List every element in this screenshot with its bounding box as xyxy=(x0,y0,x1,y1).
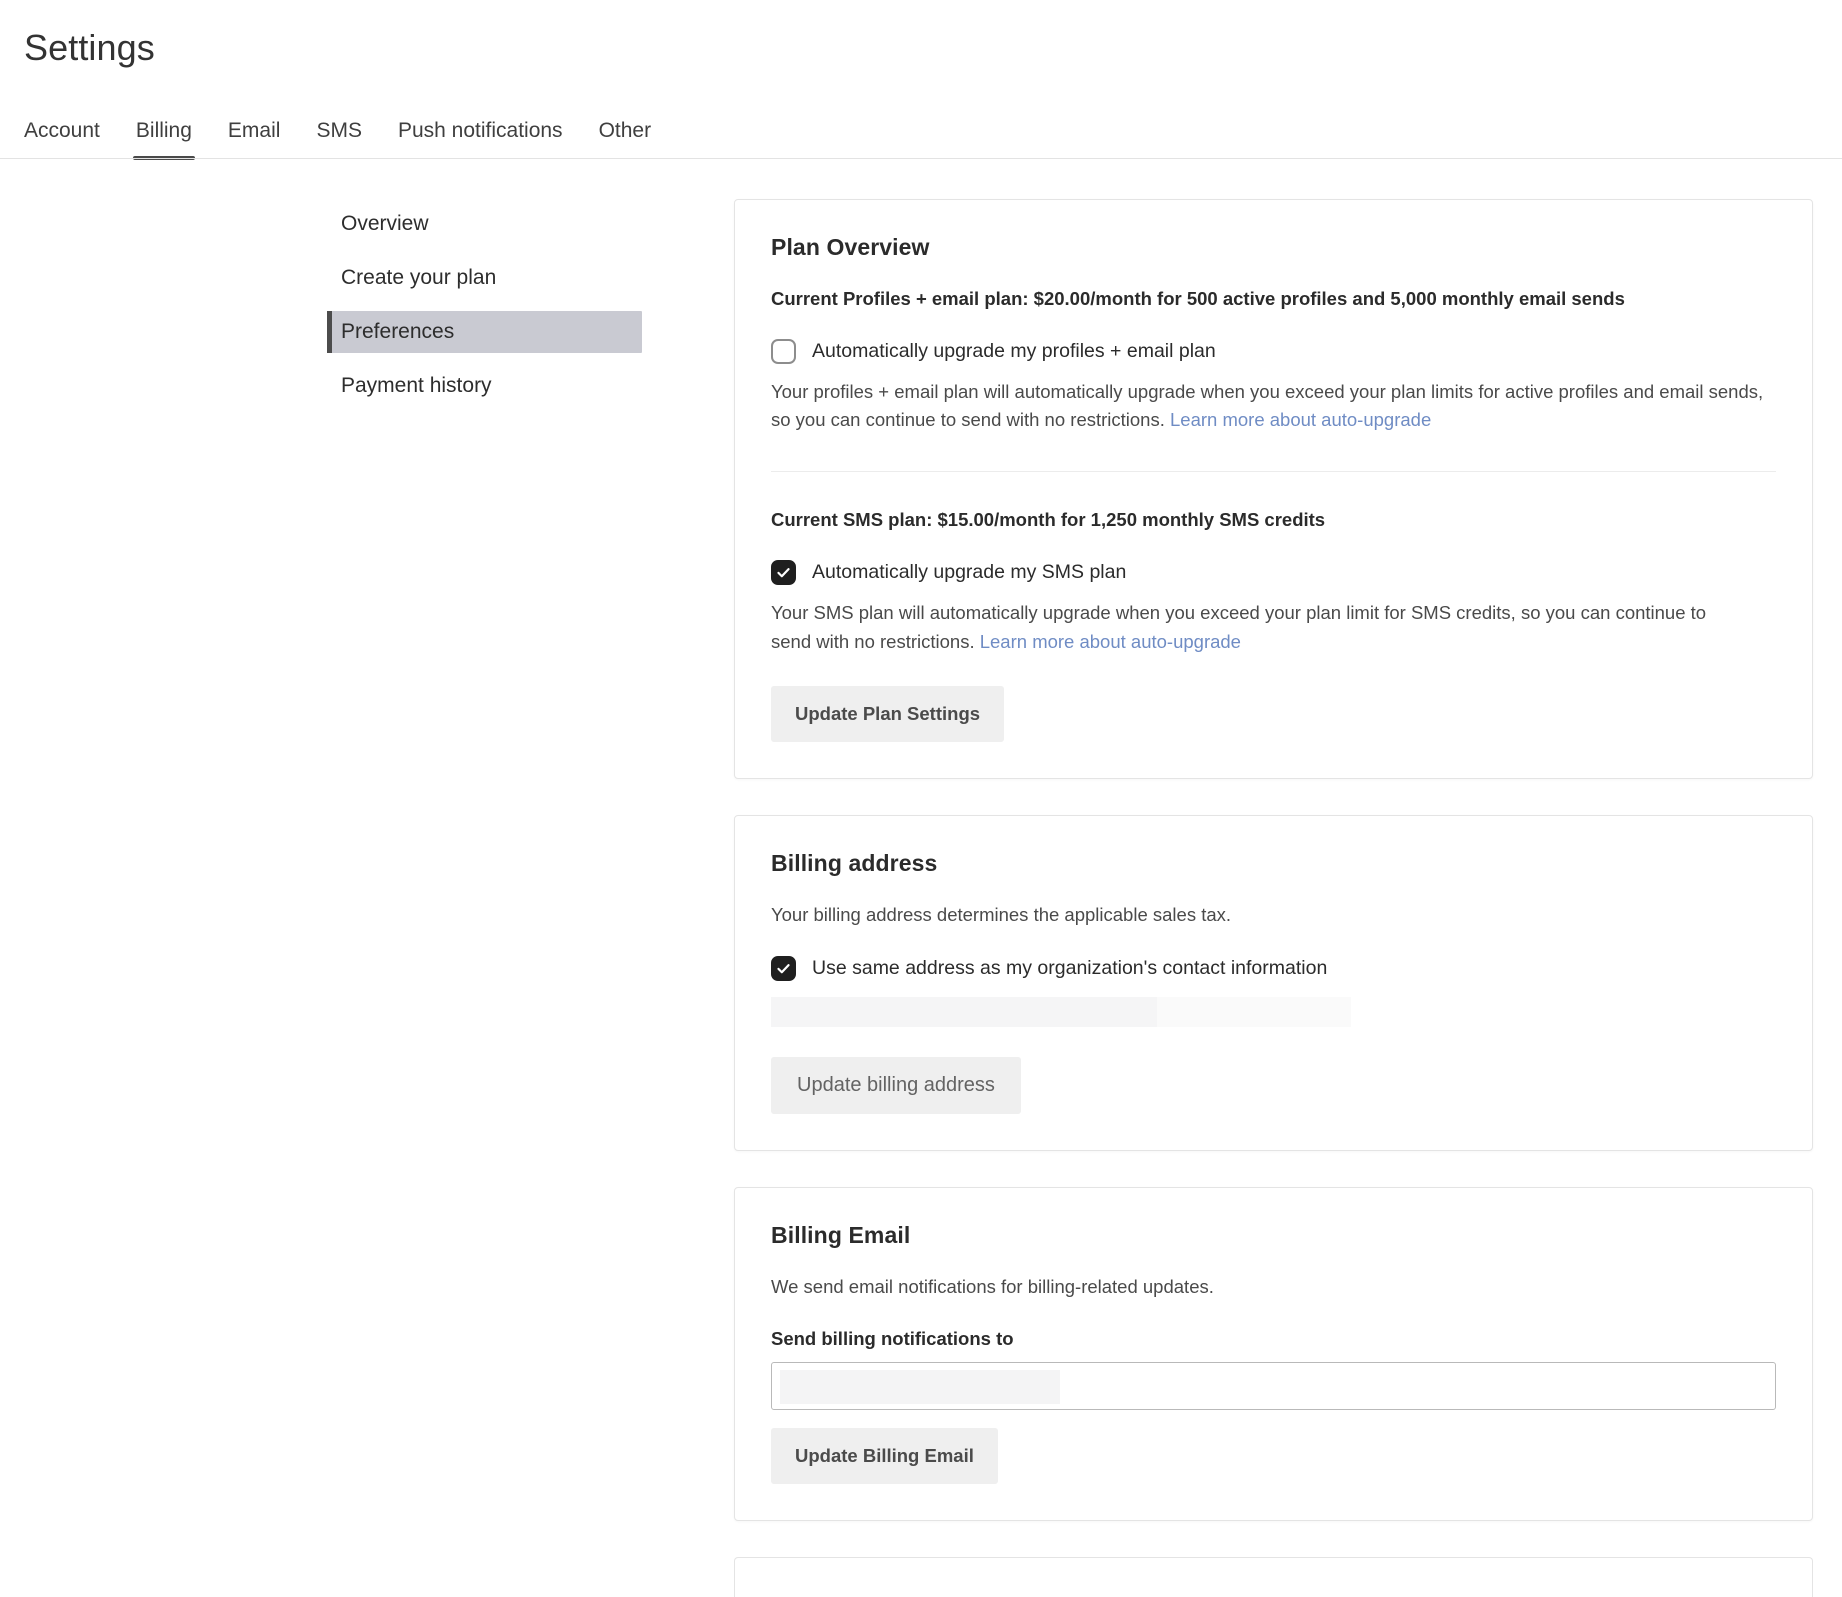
redacted-billing-email-value xyxy=(780,1370,1060,1404)
billing-address-button-wrap: Update billing address xyxy=(771,1057,1776,1114)
tab-account[interactable]: Account xyxy=(24,120,100,159)
plan-settings-button-wrap: Update Plan Settings xyxy=(771,686,1776,742)
redacted-address-line-2 xyxy=(1157,997,1351,1027)
email-auto-upgrade-label[interactable]: Automatically upgrade my profiles + emai… xyxy=(812,340,1216,363)
email-auto-upgrade-checkbox[interactable] xyxy=(771,339,796,364)
sidebar-item-overview[interactable]: Overview xyxy=(327,203,642,245)
sidebar-item-label: Preferences xyxy=(341,320,454,344)
billing-email-title: Billing Email xyxy=(771,1222,1776,1249)
email-auto-upgrade-description: Your profiles + email plan will automati… xyxy=(771,378,1771,435)
billing-email-button-wrap: Update Billing Email xyxy=(771,1428,1776,1484)
same-address-row[interactable]: Use same address as my organization's co… xyxy=(771,956,1776,981)
plan-overview-card: Plan Overview Current Profiles + email p… xyxy=(734,199,1813,779)
sidebar-item-label: Create your plan xyxy=(341,266,496,290)
tab-billing[interactable]: Billing xyxy=(136,120,192,159)
billing-sidenav: Overview Create your plan Preferences Pa… xyxy=(327,199,642,419)
sidebar-item-label: Overview xyxy=(341,212,429,236)
same-address-label[interactable]: Use same address as my organization's co… xyxy=(812,957,1327,980)
billing-address-description: Your billing address determines the appl… xyxy=(771,901,1771,930)
check-icon xyxy=(776,565,791,580)
billing-address-redacted-values xyxy=(771,997,1776,1027)
sidebar-item-payment-history[interactable]: Payment history xyxy=(327,365,642,407)
sms-auto-upgrade-learn-more-link[interactable]: Learn more about auto-upgrade xyxy=(980,631,1241,652)
sms-plan-summary: Current SMS plan: $15.00/month for 1,250… xyxy=(771,506,1776,534)
sms-auto-upgrade-description: Your SMS plan will automatically upgrade… xyxy=(771,599,1731,656)
email-plan-summary: Current Profiles + email plan: $20.00/mo… xyxy=(771,285,1776,313)
plan-sections-divider xyxy=(771,471,1776,472)
sms-auto-upgrade-label[interactable]: Automatically upgrade my SMS plan xyxy=(812,561,1126,584)
billing-address-title: Billing address xyxy=(771,850,1776,877)
sms-auto-upgrade-row[interactable]: Automatically upgrade my SMS plan xyxy=(771,560,1776,585)
billing-email-input[interactable] xyxy=(771,1362,1776,1410)
redacted-address-line-1 xyxy=(771,997,1157,1027)
sidebar-item-preferences[interactable]: Preferences xyxy=(327,311,642,353)
settings-cards: Plan Overview Current Profiles + email p… xyxy=(734,199,1813,1597)
update-billing-address-button[interactable]: Update billing address xyxy=(771,1057,1021,1114)
check-icon xyxy=(776,961,791,976)
tab-sms[interactable]: SMS xyxy=(316,120,362,159)
next-card-partial xyxy=(734,1557,1813,1597)
sidebar-item-label: Payment history xyxy=(341,374,492,398)
tab-other[interactable]: Other xyxy=(599,120,652,159)
email-auto-upgrade-row[interactable]: Automatically upgrade my profiles + emai… xyxy=(771,339,1776,364)
sms-auto-upgrade-checkbox[interactable] xyxy=(771,560,796,585)
sidebar-item-create-your-plan[interactable]: Create your plan xyxy=(327,257,642,299)
update-billing-email-button[interactable]: Update Billing Email xyxy=(771,1428,998,1484)
settings-body: Overview Create your plan Preferences Pa… xyxy=(0,159,1842,1597)
page-title: Settings xyxy=(0,0,1842,69)
tab-email[interactable]: Email xyxy=(228,120,281,159)
billing-email-description: We send email notifications for billing-… xyxy=(771,1273,1771,1302)
plan-overview-title: Plan Overview xyxy=(771,234,1776,261)
billing-email-card: Billing Email We send email notification… xyxy=(734,1187,1813,1521)
billing-address-card: Billing address Your billing address det… xyxy=(734,815,1813,1151)
email-auto-upgrade-learn-more-link[interactable]: Learn more about auto-upgrade xyxy=(1170,409,1431,430)
tab-push-notifications[interactable]: Push notifications xyxy=(398,120,563,159)
same-address-checkbox[interactable] xyxy=(771,956,796,981)
billing-email-field-label: Send billing notifications to xyxy=(771,1328,1776,1350)
update-plan-settings-button[interactable]: Update Plan Settings xyxy=(771,686,1004,742)
settings-tabbar: Account Billing Email SMS Push notificat… xyxy=(0,101,1842,159)
